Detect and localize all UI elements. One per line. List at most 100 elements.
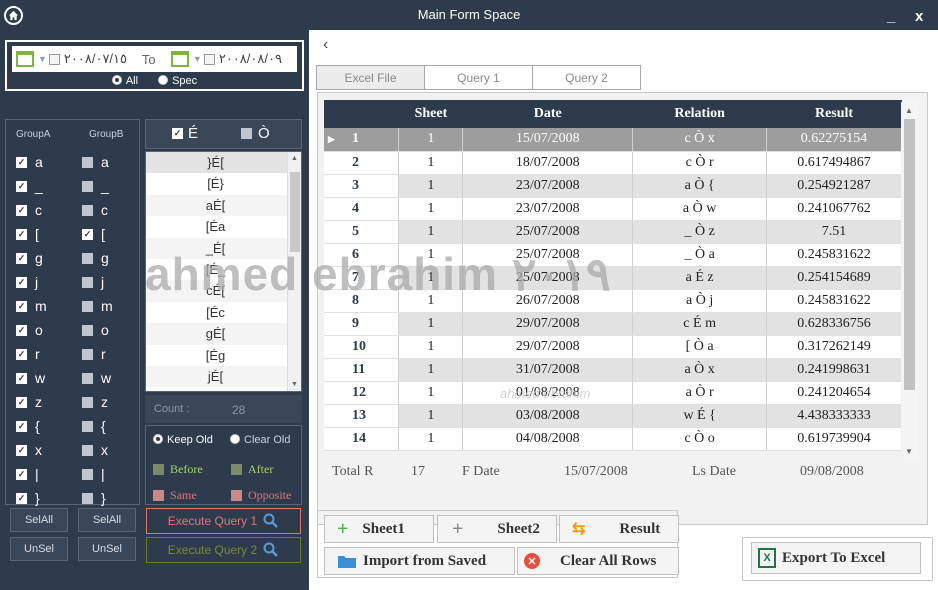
to-date-field[interactable]: ٢٠٠٨/٠٨/٠٩ bbox=[219, 51, 282, 67]
group-b-item[interactable]: o bbox=[82, 322, 109, 338]
row-header[interactable]: 10 bbox=[324, 335, 400, 359]
group-b-item[interactable]: c bbox=[82, 202, 108, 218]
group-b-item[interactable]: j bbox=[82, 274, 104, 290]
table-cell[interactable]: 03/08/2008 bbox=[462, 404, 634, 428]
table-cell[interactable]: 18/07/2008 bbox=[462, 151, 634, 175]
checkbox-icon[interactable]: ✓ bbox=[16, 420, 27, 432]
table-row[interactable]: 9 1 29/07/2008 c É m 0.628336756 bbox=[324, 312, 902, 336]
checkbox-icon[interactable] bbox=[82, 372, 93, 384]
checkbox-icon[interactable] bbox=[82, 420, 93, 432]
scroll-thumb[interactable] bbox=[904, 119, 915, 390]
table-row[interactable]: 14 1 04/08/2008 c Ò o 0.619739904 bbox=[324, 427, 902, 451]
column-header[interactable]: Result bbox=[766, 100, 902, 128]
table-cell[interactable]: 0.619739904 bbox=[766, 427, 902, 451]
checkbox-icon[interactable] bbox=[82, 180, 93, 192]
relation-list-item[interactable]: gÉ[ bbox=[146, 323, 301, 345]
group-a-item[interactable]: ✓{ bbox=[16, 418, 40, 434]
sheet1-button[interactable]: + Sheet1 bbox=[324, 515, 434, 543]
checkbox-icon[interactable]: ✓ bbox=[16, 252, 27, 264]
group-b-item[interactable]: ✓[ bbox=[82, 226, 105, 242]
checkbox-icon[interactable]: ✓ bbox=[16, 444, 27, 456]
group-b-item[interactable]: { bbox=[82, 418, 106, 434]
table-cell[interactable]: 1 bbox=[398, 151, 464, 175]
checkbox-icon[interactable]: ✓ bbox=[16, 204, 27, 216]
row-header[interactable]: 4 bbox=[324, 197, 400, 221]
relation-list-item[interactable]: jÉ[ bbox=[146, 365, 301, 388]
table-row[interactable]: 3 1 23/07/2008 a Ò {0.254921287 bbox=[324, 174, 902, 198]
relation-list-item[interactable]: [Éc bbox=[146, 302, 301, 323]
clear-all-rows-button[interactable]: ✕ Clear All Rows bbox=[517, 547, 679, 575]
group-a-item[interactable]: ✓ x bbox=[16, 442, 42, 458]
table-cell[interactable]: _ Ò z bbox=[632, 220, 768, 244]
checkbox-icon[interactable]: ✓ bbox=[16, 396, 27, 408]
table-cell[interactable]: 1 bbox=[398, 220, 464, 244]
table-row[interactable]: 10 1 29/07/2008[ Ò a 0.317262149 bbox=[324, 335, 902, 359]
checkbox-icon[interactable]: ✓ bbox=[16, 492, 27, 504]
relation-list-item[interactable]: [Éa bbox=[146, 216, 301, 237]
checkbox-icon[interactable]: ✓ bbox=[16, 324, 27, 336]
table-cell[interactable]: c Ò x bbox=[632, 128, 768, 152]
group-b-item[interactable]: } bbox=[82, 490, 106, 506]
calendar-icon[interactable] bbox=[170, 51, 189, 67]
before-checkbox[interactable]: Before bbox=[153, 462, 203, 477]
table-cell[interactable]: 23/07/2008 bbox=[462, 197, 634, 221]
relation-list-item[interactable]: aÉ[ bbox=[146, 194, 301, 217]
tab-excel-file[interactable]: Excel File bbox=[316, 65, 425, 90]
scroll-down-icon[interactable]: ▼ bbox=[905, 447, 913, 456]
table-cell[interactable]: c É m bbox=[632, 312, 768, 336]
table-cell[interactable]: 31/07/2008 bbox=[462, 358, 634, 382]
table-cell[interactable]: 1 bbox=[398, 381, 464, 405]
row-header[interactable]: 2 bbox=[324, 151, 400, 175]
import-button[interactable]: Import from Saved bbox=[324, 547, 515, 575]
sheet2-button[interactable]: + Sheet2 bbox=[437, 515, 557, 543]
group-a-item[interactable]: ✓ c bbox=[16, 202, 42, 218]
row-header[interactable]: 9 bbox=[324, 312, 400, 336]
table-cell[interactable]: 0.317262149 bbox=[766, 335, 902, 359]
table-cell[interactable]: 1 bbox=[398, 404, 464, 428]
checkbox-icon[interactable] bbox=[82, 204, 93, 216]
checkbox-icon[interactable] bbox=[82, 156, 93, 168]
relation-list-item[interactable]: }É[ bbox=[146, 152, 301, 174]
close-button[interactable]: x bbox=[915, 8, 923, 25]
checkbox-icon[interactable]: ✓ bbox=[16, 228, 27, 240]
to-date-checkbox[interactable] bbox=[203, 53, 215, 65]
table-row[interactable]: 5 1 25/07/2008 _ Ò z 7.51 bbox=[324, 220, 902, 244]
relation-list-item[interactable]: [Ég bbox=[146, 345, 301, 366]
opposite-checkbox[interactable]: Opposite bbox=[231, 488, 291, 503]
table-cell[interactable]: 29/07/2008 bbox=[462, 312, 634, 336]
row-header[interactable]: 5 bbox=[324, 220, 400, 244]
table-cell[interactable]: 0.62275154 bbox=[766, 128, 902, 152]
table-row[interactable]: 2 1 18/07/2008 c Ò r 0.617494867 bbox=[324, 151, 902, 175]
table-cell[interactable]: 1 bbox=[398, 312, 464, 336]
row-header[interactable]: 14 bbox=[324, 427, 400, 451]
table-cell[interactable]: [ Ò a bbox=[632, 335, 768, 359]
table-cell[interactable]: a É z bbox=[632, 266, 768, 290]
radio-all[interactable]: All bbox=[111, 75, 138, 87]
tab-query-1[interactable]: Query 1 bbox=[424, 65, 533, 90]
table-cell[interactable]: 0.617494867 bbox=[766, 151, 902, 175]
column-header[interactable]: Relation bbox=[632, 100, 767, 128]
group-b-unselect-button[interactable]: UnSel bbox=[78, 537, 136, 561]
chevron-down-icon[interactable]: ▼ bbox=[193, 54, 202, 64]
back-arrow-icon[interactable]: ‹ bbox=[323, 36, 328, 54]
group-a-item[interactable]: ✓ g bbox=[16, 250, 43, 266]
checkbox-icon[interactable] bbox=[82, 468, 93, 480]
checkbox-icon[interactable] bbox=[82, 444, 93, 456]
group-b-item[interactable]: r bbox=[82, 346, 106, 362]
table-cell[interactable]: a Ò j bbox=[632, 289, 768, 313]
table-cell[interactable]: 0.241067762 bbox=[766, 197, 902, 221]
table-cell[interactable]: a Ò x bbox=[632, 358, 768, 382]
scroll-up-icon[interactable]: ▲ bbox=[905, 106, 913, 115]
group-b-item[interactable]: _ bbox=[82, 178, 109, 194]
result-button[interactable]: ⇆ Result bbox=[559, 515, 679, 543]
table-cell[interactable]: 25/07/2008 bbox=[462, 220, 634, 244]
group-a-item[interactable]: ✓ _ bbox=[16, 178, 43, 194]
clear-old-radio[interactable]: Clear Old bbox=[230, 434, 290, 446]
table-cell[interactable]: 0.254154689 bbox=[766, 266, 902, 290]
table-row[interactable]: 13 1 03/08/2008 w É {4.438333333 bbox=[324, 404, 902, 428]
table-cell[interactable]: 0.245831622 bbox=[766, 243, 902, 267]
group-a-item[interactable]: ✓ a bbox=[16, 154, 43, 170]
relation-a-checkbox[interactable]: ✓ bbox=[172, 128, 183, 139]
execute-query-2-button[interactable]: Execute Query 2 bbox=[146, 537, 301, 563]
group-b-item[interactable]: m bbox=[82, 298, 113, 314]
